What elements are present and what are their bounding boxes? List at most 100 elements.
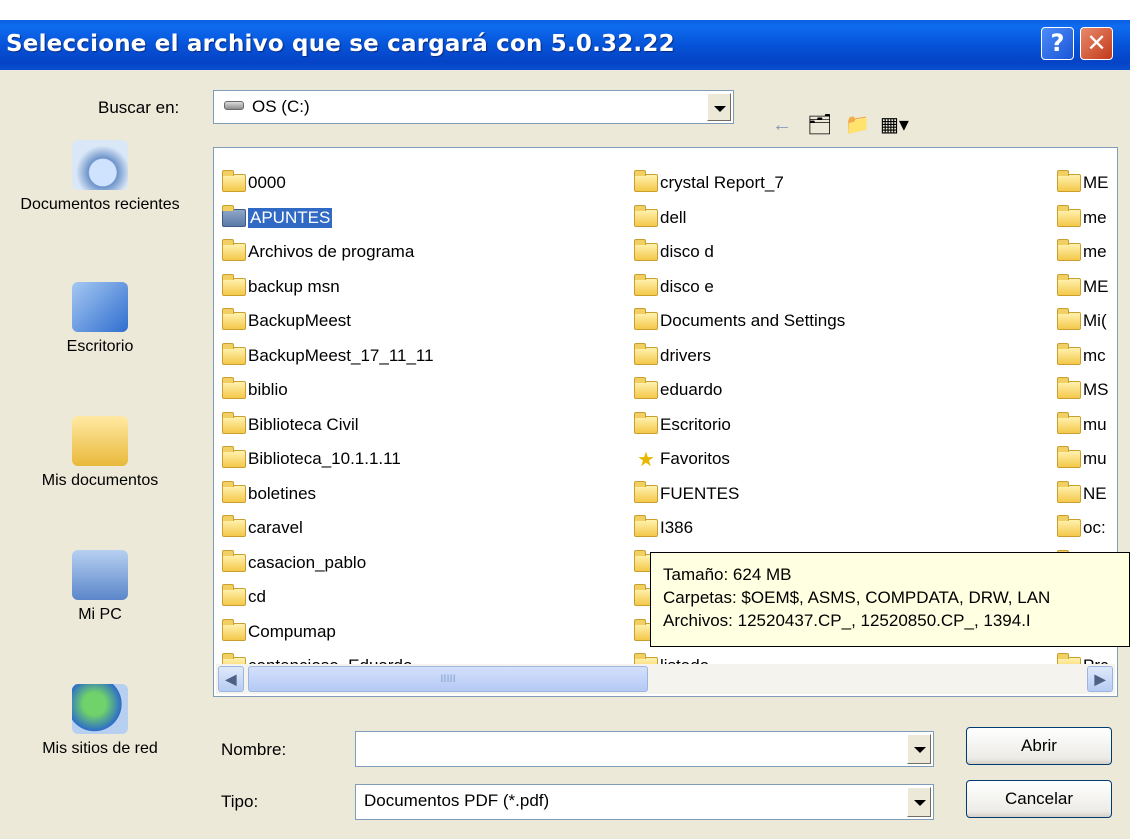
file-item-label: casacion_pablo: [248, 552, 367, 572]
window-title: Seleccione el archivo que se cargará con…: [6, 31, 675, 57]
tooltip-folders: Carpetas: $OEM$, ASMS, COMPDATA, DRW, LA…: [663, 588, 1051, 607]
place-label: Mis documentos: [41, 472, 159, 489]
folder-icon: [634, 480, 658, 503]
filename-input[interactable]: [355, 731, 934, 767]
open-button[interactable]: Abrir: [966, 727, 1112, 765]
file-item-label: Favoritos: [660, 449, 730, 468]
folder-icon: [1057, 377, 1081, 399]
filename-label: Nombre:: [221, 740, 287, 759]
file-item[interactable]: MS: [1057, 375, 1109, 405]
file-item[interactable]: disco e: [634, 272, 714, 302]
place-label: Mis sitios de red: [42, 740, 158, 757]
folder-icon: [222, 239, 246, 261]
file-item[interactable]: caravel: [222, 513, 303, 543]
folder-icon: [222, 411, 246, 434]
folder-icon: [222, 549, 246, 572]
file-item-label: crystal Report_7: [660, 173, 784, 192]
folder-icon: [1057, 342, 1081, 365]
file-item[interactable]: eduardo: [634, 375, 722, 405]
file-item[interactable]: I386: [634, 513, 693, 543]
place-network[interactable]: Mis sitios de red: [0, 684, 200, 758]
file-item[interactable]: me: [1057, 237, 1107, 267]
view-menu-icon[interactable]: ▦▾: [880, 112, 909, 138]
folder-icon: [222, 480, 246, 503]
file-item[interactable]: mu: [1057, 410, 1107, 440]
hard-drive-icon: [224, 101, 244, 110]
file-item[interactable]: oc:: [1057, 513, 1106, 543]
file-item[interactable]: disco d: [634, 237, 714, 267]
scrollbar-thumb[interactable]: IIIII: [248, 666, 648, 692]
look-in-label: Buscar en:: [98, 98, 180, 117]
place-label: Documentos recientes: [20, 196, 180, 213]
file-item[interactable]: FUENTES: [634, 479, 739, 509]
horizontal-scrollbar[interactable]: ◀ IIIII ▶: [216, 664, 1115, 694]
file-item[interactable]: ★ Favoritos: [634, 444, 730, 474]
file-item-label: Biblioteca_10.1.1.11: [248, 449, 401, 468]
folder-icon: [222, 515, 246, 537]
place-my-documents[interactable]: Mis documentos: [0, 416, 200, 490]
filetype-select[interactable]: Documentos PDF (*.pdf): [355, 784, 934, 820]
file-item[interactable]: Mi(: [1057, 306, 1107, 336]
new-folder-icon[interactable]: 📁: [845, 112, 870, 138]
file-item-label: FUENTES: [660, 483, 740, 503]
file-item[interactable]: casacion_pablo: [222, 548, 366, 578]
file-item[interactable]: Archivos de programa: [222, 237, 414, 267]
file-item[interactable]: cd: [222, 582, 266, 612]
folder-icon: [222, 377, 246, 399]
file-item[interactable]: backup msn: [222, 272, 340, 302]
file-item-label: Escritorio: [660, 414, 731, 434]
file-item[interactable]: 0000: [222, 168, 286, 198]
chevron-down-icon[interactable]: [907, 734, 931, 764]
folder-icon: [634, 411, 658, 434]
file-item-label: drivers: [660, 345, 712, 365]
file-item[interactable]: biblio: [222, 375, 288, 405]
file-item[interactable]: Documents and Settings: [634, 306, 845, 336]
folder-icon: [222, 308, 246, 330]
file-item[interactable]: BackupMeest: [222, 306, 351, 336]
file-item[interactable]: mu: [1057, 444, 1107, 474]
file-item[interactable]: crystal Report_7: [634, 168, 784, 198]
file-item[interactable]: Compumap: [222, 617, 336, 647]
file-item[interactable]: mc: [1057, 341, 1106, 371]
folder-icon: [222, 170, 246, 192]
folder-icon: [1057, 308, 1081, 330]
place-my-computer[interactable]: Mi PC: [0, 550, 200, 624]
folder-icon: [1057, 239, 1081, 261]
desktop-icon: [72, 282, 128, 332]
file-item[interactable]: ME: [1057, 168, 1109, 198]
folder-icon: [634, 308, 658, 330]
up-folder-icon[interactable]: 🗂: [807, 112, 832, 138]
scroll-left-button[interactable]: ◀: [218, 666, 244, 692]
look-in-dropdown[interactable]: OS (C:): [213, 90, 734, 124]
file-item-label: I386: [660, 518, 694, 537]
file-item[interactable]: BackupMeest_17_11_11: [222, 341, 434, 371]
file-item-label: caravel: [248, 518, 303, 537]
file-item[interactable]: ME: [1057, 272, 1109, 302]
place-desktop[interactable]: Escritorio: [0, 282, 200, 356]
title-bar[interactable]: Seleccione el archivo que se cargará con…: [0, 20, 1130, 70]
folder-icon: [634, 204, 658, 227]
file-item[interactable]: drivers: [634, 341, 711, 371]
file-item-label: MS: [1083, 380, 1109, 399]
place-recent-documents[interactable]: Documentos recientes: [0, 140, 200, 214]
file-item[interactable]: APUNTES: [222, 203, 333, 233]
place-label: Mi PC: [78, 606, 122, 623]
scroll-right-button[interactable]: ▶: [1087, 666, 1113, 692]
back-arrow-icon[interactable]: ←: [772, 112, 792, 138]
chevron-down-icon[interactable]: [707, 93, 731, 121]
file-item[interactable]: Escritorio: [634, 410, 731, 440]
file-item-label: oc:: [1083, 518, 1106, 537]
file-item-label: NE: [1083, 483, 1107, 503]
chevron-down-icon[interactable]: [907, 787, 931, 817]
close-button[interactable]: ✕: [1080, 27, 1113, 60]
file-item[interactable]: Biblioteca Civil: [222, 410, 359, 440]
file-item[interactable]: NE: [1057, 479, 1107, 509]
help-button[interactable]: ?: [1041, 27, 1074, 60]
cancel-button[interactable]: Cancelar: [966, 780, 1112, 818]
file-item[interactable]: Biblioteca_10.1.1.11: [222, 444, 401, 474]
folder-icon: [222, 342, 246, 365]
file-item[interactable]: dell: [634, 203, 686, 233]
file-item[interactable]: boletines: [222, 479, 316, 509]
file-item-label: me: [1083, 207, 1107, 227]
file-item[interactable]: me: [1057, 203, 1107, 233]
